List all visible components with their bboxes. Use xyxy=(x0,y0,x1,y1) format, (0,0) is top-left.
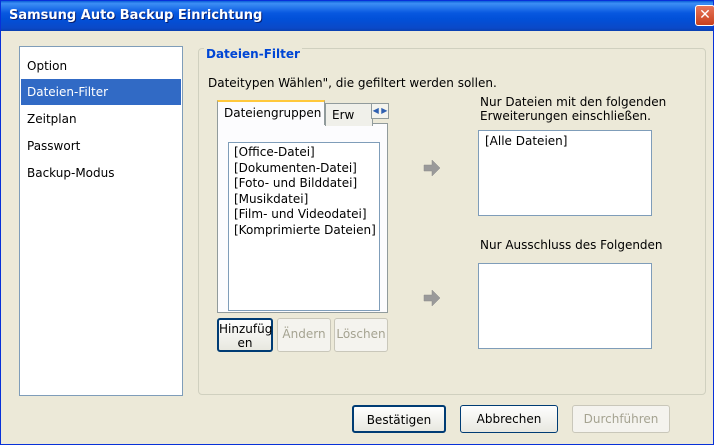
chevron-left-icon[interactable]: ◀ xyxy=(373,106,379,115)
arrow-right-icon[interactable] xyxy=(421,287,443,309)
exclude-list[interactable] xyxy=(478,263,652,349)
chevron-right-icon[interactable]: ▶ xyxy=(381,106,387,115)
add-button-label-line1: Hinzufüg xyxy=(219,322,273,336)
close-icon: ✕ xyxy=(699,7,711,23)
arrow-right-icon[interactable] xyxy=(421,157,443,179)
groupbox-title: Dateien-Filter xyxy=(204,47,302,61)
include-label-line2: Erweiterungen einschließen. xyxy=(480,109,651,123)
tab-scroll-buttons[interactable]: ◀ ▶ xyxy=(371,103,389,119)
settings-sidebar: Option Dateien-Filter Zeitplan Passwort … xyxy=(19,46,183,396)
file-group-list[interactable]: [Office-Datei] [Dokumenten-Datei] [Foto-… xyxy=(228,142,380,311)
list-item[interactable]: [Office-Datei] xyxy=(234,145,379,161)
sidebar-item-passwort[interactable]: Passwort xyxy=(21,133,181,159)
add-button[interactable]: Hinzufüg en xyxy=(217,318,273,352)
list-item[interactable]: [Alle Dateien] xyxy=(485,134,651,148)
list-item[interactable]: [Film- und Videodatei] xyxy=(234,207,379,223)
sidebar-item-dateien-filter[interactable]: Dateien-Filter xyxy=(21,79,181,105)
sidebar-item-option[interactable]: Option xyxy=(21,53,181,79)
add-button-label-line2: en xyxy=(237,336,253,350)
run-button[interactable]: Durchführen xyxy=(572,405,670,433)
confirm-button[interactable]: Bestätigen xyxy=(352,405,446,433)
list-item[interactable]: [Dokumenten-Datei] xyxy=(234,161,379,177)
sidebar-item-backup-modus[interactable]: Backup-Modus xyxy=(21,160,181,186)
list-item[interactable]: [Musikdatei] xyxy=(234,192,379,208)
close-button[interactable]: ✕ xyxy=(695,5,714,26)
title-bar[interactable]: Samsung Auto Backup Einrichtung ✕ xyxy=(1,1,714,31)
list-item[interactable]: [Foto- und Bilddatei] xyxy=(234,176,379,192)
filter-description: Dateitypen Wählen", die gefiltert werden… xyxy=(208,76,497,90)
include-label-line1: Nur Dateien mit den folgenden xyxy=(480,95,667,109)
sidebar-item-zeitplan[interactable]: Zeitplan xyxy=(21,106,181,132)
exclude-label: Nur Ausschluss des Folgenden xyxy=(480,238,663,252)
include-label: Nur Dateien mit den folgenden Erweiterun… xyxy=(480,95,666,123)
window-title: Samsung Auto Backup Einrichtung xyxy=(9,8,263,23)
delete-button[interactable]: Löschen xyxy=(334,318,388,352)
tab-dateiengruppen[interactable]: Dateiengruppen xyxy=(217,100,325,125)
list-item[interactable]: [Komprimierte Dateien] xyxy=(234,223,379,239)
edit-button[interactable]: Ändern xyxy=(277,318,331,352)
cancel-button[interactable]: Abbrechen xyxy=(460,405,558,433)
tab-erweiterungen[interactable]: Erw xyxy=(325,103,373,126)
include-list[interactable]: [Alle Dateien] xyxy=(478,130,652,216)
